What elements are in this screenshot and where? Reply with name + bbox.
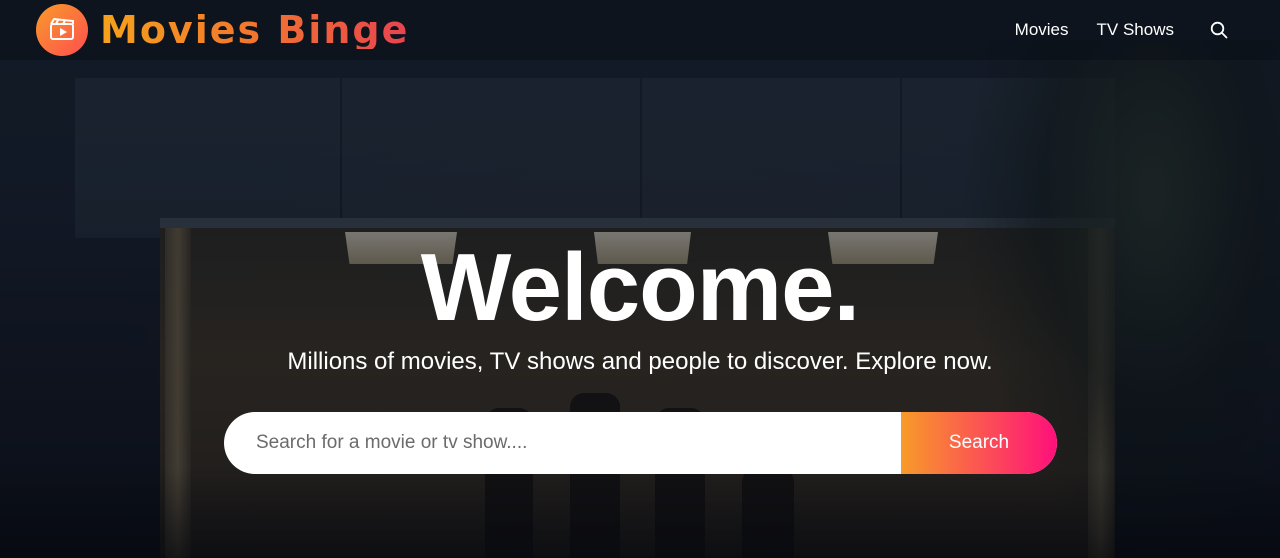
hero-content: Welcome. Millions of movies, TV shows an…: [0, 240, 1280, 376]
site-header: Movies Binge Movies TV Shows: [0, 0, 1280, 60]
page: Movies Binge Movies TV Shows Welcome. Mi…: [0, 0, 1280, 558]
logo[interactable]: Movies Binge: [36, 4, 409, 56]
logo-text: Movies Binge: [100, 8, 410, 52]
search-input[interactable]: [224, 412, 901, 474]
search-button[interactable]: Search: [901, 412, 1057, 474]
hero-search-bar: Search: [224, 412, 1057, 474]
nav-item-movies[interactable]: Movies: [1015, 20, 1069, 40]
hero-subtitle: Millions of movies, TV shows and people …: [287, 348, 993, 375]
main-nav: Movies TV Shows: [1015, 19, 1230, 41]
nav-item-tv-shows[interactable]: TV Shows: [1097, 20, 1174, 40]
hero-title: Welcome.: [420, 234, 860, 341]
clapperboard-play-icon: [36, 4, 88, 56]
search-icon[interactable]: [1208, 19, 1230, 41]
